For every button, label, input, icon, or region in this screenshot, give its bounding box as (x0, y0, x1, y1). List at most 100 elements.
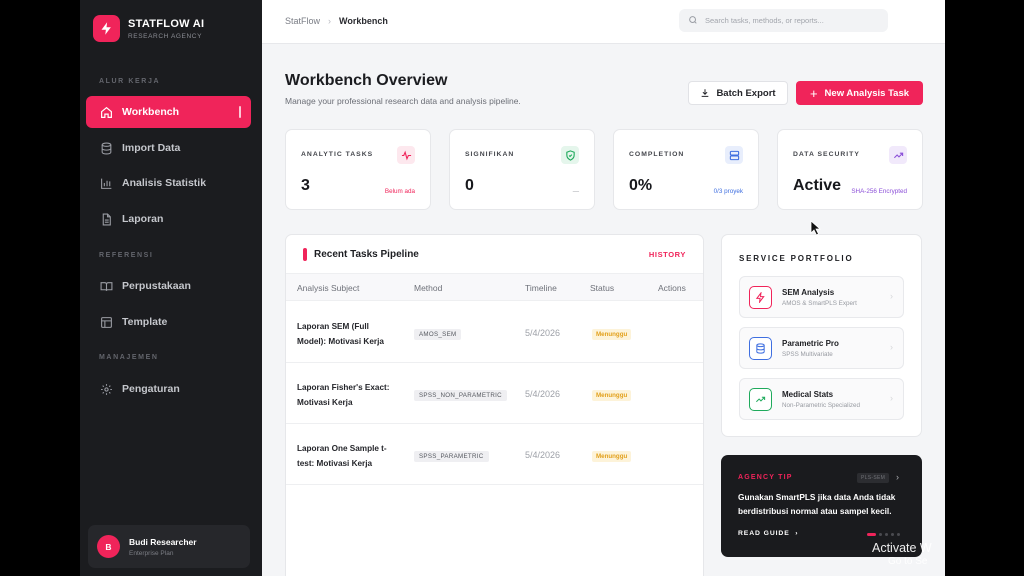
sidebar-item-pengaturan[interactable]: Pengaturan (86, 373, 251, 405)
new-analysis-task-button[interactable]: + New Analysis Task (796, 81, 923, 105)
nav-section-alur-kerja: ALUR KERJA (99, 78, 161, 85)
task-subject: Laporan One Sample t-test: Motivasi Kerj… (297, 444, 387, 468)
sidebar-item-label: Analisis Statistik (122, 177, 207, 189)
pulse-icon (397, 146, 415, 164)
chevron-right-icon[interactable]: › (896, 472, 899, 482)
brand-name: STATFLOW AI (128, 17, 205, 30)
chevron-right-icon: › (792, 530, 799, 537)
chevron-right-icon: › (890, 393, 893, 403)
task-timeline: 5/4/2026 (525, 328, 561, 338)
service-item-medical-stats[interactable]: Medical Stats Non-Parametric Specialized… (739, 378, 904, 420)
sidebar-item-label: Template (122, 316, 168, 328)
sidebar-item-label: Import Data (122, 142, 181, 154)
task-timeline: 5/4/2026 (525, 389, 561, 399)
column-header-timeline: Timeline (525, 283, 557, 293)
user-plan: Enterprise Plan (129, 549, 174, 557)
service-item-parametric-pro[interactable]: Parametric Pro SPSS Multivariate › (739, 327, 904, 369)
column-header-status: Status (590, 283, 615, 293)
stat-label: COMPLETION (629, 151, 685, 158)
breadcrumb-root[interactable]: StatFlow (285, 16, 320, 26)
stat-note: — (572, 188, 579, 195)
search-box[interactable] (679, 9, 888, 32)
service-desc: AMOS & SmartPLS Expert (782, 300, 857, 307)
carousel-dot[interactable] (867, 533, 876, 536)
page-title: Workbench Overview (285, 72, 448, 89)
recent-tasks-card: Recent Tasks Pipeline HISTORY Analysis S… (285, 234, 704, 576)
stat-card-signifikan: SIGNIFIKAN 0 — (449, 129, 595, 210)
batch-export-button[interactable]: Batch Export (688, 81, 788, 105)
watermark-line-2: Go to Se (888, 556, 928, 567)
status-badge: Menunggu (592, 451, 632, 462)
chevron-right-icon: › (890, 291, 893, 301)
search-input[interactable] (705, 16, 875, 25)
read-guide-label: READ GUIDE (738, 530, 790, 537)
sidebar-item-import-data[interactable]: Import Data (86, 132, 251, 164)
carousel-dot[interactable] (897, 533, 900, 536)
stat-note: SHA-256 Encrypted (851, 188, 907, 195)
stat-value: 0 (465, 177, 474, 194)
portfolio-title: SERVICE PORTFOLIO (739, 254, 854, 263)
tip-label: AGENCY TIP (738, 474, 793, 481)
sidebar-item-analisis-statistik[interactable]: Analisis Statistik (86, 167, 251, 199)
service-item-sem-analysis[interactable]: SEM Analysis AMOS & SmartPLS Expert › (739, 276, 904, 318)
column-header-actions: Actions (658, 283, 686, 293)
service-name: SEM Analysis (782, 288, 835, 297)
tip-tag: PLS-SEM (857, 473, 890, 483)
nav-section-manajemen: MANAJEMEN (99, 354, 159, 361)
batch-export-label: Batch Export (716, 87, 776, 99)
tasks-header: Recent Tasks Pipeline HISTORY (286, 235, 703, 273)
new-analysis-task-label: New Analysis Task (824, 87, 910, 99)
sidebar-item-label: Perpustakaan (122, 280, 191, 292)
server-icon (725, 146, 743, 164)
home-icon (99, 105, 113, 119)
sidebar-item-laporan[interactable]: Laporan (86, 203, 251, 235)
stat-card-data-security: DATA SECURITY Active SHA-256 Encrypted (777, 129, 923, 210)
trend-up-icon (889, 146, 907, 164)
table-row[interactable]: Laporan One Sample t-test: Motivasi Kerj… (286, 424, 703, 485)
active-indicator (239, 106, 241, 118)
history-link[interactable]: HISTORY (649, 250, 686, 259)
download-icon (700, 88, 710, 98)
plus-icon: + (809, 85, 818, 101)
sidebar-item-perpustakaan[interactable]: Perpustakaan (86, 270, 251, 302)
stat-value: Active (793, 177, 842, 194)
lightning-logo-icon (93, 15, 120, 42)
sidebar: STATFLOW AI RESEARCH AGENCY ALUR KERJA W… (80, 0, 262, 576)
user-profile-card[interactable]: B Budi Researcher Enterprise Plan (88, 525, 250, 568)
task-subject: Laporan Fisher's Exact: Motivasi Kerja (297, 383, 390, 407)
lightning-icon (749, 286, 772, 309)
column-header-subject: Analysis Subject (297, 283, 360, 293)
stat-value: 0% (629, 177, 653, 194)
table-row[interactable]: Laporan Fisher's Exact: Motivasi Kerja S… (286, 363, 703, 424)
sidebar-item-template[interactable]: Template (86, 306, 251, 338)
watermark-line-1: Activate W (872, 541, 932, 555)
database-icon (99, 141, 113, 155)
task-method-badge: AMOS_SEM (414, 329, 462, 340)
stat-note: Belum ada (384, 188, 415, 195)
chevron-right-icon: › (890, 342, 893, 352)
carousel-dot[interactable] (879, 533, 882, 536)
stat-label: DATA SECURITY (793, 151, 860, 158)
stat-label: ANALYTIC TASKS (301, 151, 374, 158)
layout-icon (99, 315, 113, 329)
service-desc: Non-Parametric Specialized (782, 402, 861, 409)
app-window: STATFLOW AI RESEARCH AGENCY ALUR KERJA W… (80, 0, 945, 576)
top-bar: StatFlow › Workbench (262, 0, 945, 44)
document-icon (99, 212, 113, 226)
table-row[interactable]: Laporan SEM (Full Model): Motivasi Kerja… (286, 302, 703, 363)
stat-note: 0/3 proyek (713, 188, 743, 195)
sidebar-item-workbench[interactable]: Workbench (86, 96, 251, 128)
carousel-dot[interactable] (891, 533, 894, 536)
brand-subtitle: RESEARCH AGENCY (128, 32, 203, 40)
task-method-badge: SPSS_NON_PARAMETRIC (414, 390, 507, 401)
database-icon (749, 337, 772, 360)
sidebar-item-label: Workbench (122, 106, 179, 118)
sidebar-item-label: Laporan (122, 213, 164, 225)
gear-icon (99, 382, 113, 396)
bar-chart-icon (99, 176, 113, 190)
brand[interactable]: STATFLOW AI RESEARCH AGENCY (93, 15, 204, 42)
breadcrumb: StatFlow › Workbench (285, 16, 388, 26)
user-name: Budi Researcher (129, 536, 197, 547)
read-guide-link[interactable]: READ GUIDE › (738, 530, 798, 537)
carousel-dot[interactable] (885, 533, 888, 536)
